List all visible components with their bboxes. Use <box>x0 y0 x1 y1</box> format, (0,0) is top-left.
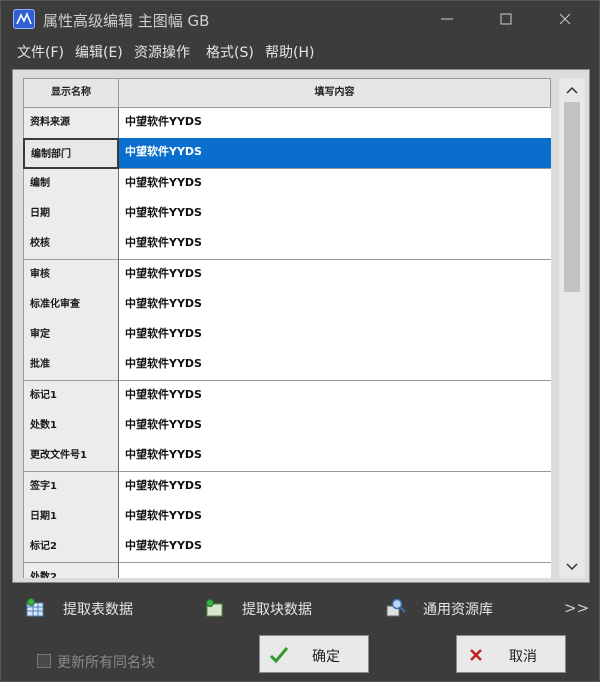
row-value-cell[interactable]: 中望软件YYDS <box>119 441 551 473</box>
extract-table-data-label: 提取表数据 <box>63 602 133 618</box>
row-value-cell[interactable] <box>119 562 551 578</box>
row-value-cell[interactable]: 中望软件YYDS <box>119 380 551 412</box>
row-name-cell: 编制部门 <box>23 138 119 170</box>
search-database-icon <box>385 598 407 618</box>
row-name-cell: 更改文件号1 <box>23 441 119 473</box>
table-row[interactable]: 资料来源 中望软件YYDS <box>23 108 551 139</box>
row-value-cell[interactable]: 中望软件YYDS <box>119 108 551 139</box>
checkmark-icon <box>268 644 290 666</box>
table-row[interactable]: 校核 中望软件YYDS <box>23 229 551 261</box>
row-value-cell[interactable]: 中望软件YYDS <box>119 289 551 321</box>
row-value-cell[interactable]: 中望软件YYDS <box>119 168 551 200</box>
expand-more-button[interactable]: >> <box>564 599 589 617</box>
row-name-cell: 标记2 <box>23 532 119 564</box>
menu-edit[interactable]: 编辑(E) <box>75 42 123 62</box>
table-row[interactable]: 编制部门 中望软件YYDS <box>23 138 551 170</box>
scroll-up-icon[interactable] <box>559 80 585 100</box>
cancel-button-label: 取消 <box>509 649 537 665</box>
row-value-cell[interactable]: 中望软件YYDS <box>119 229 551 261</box>
extract-block-data-button[interactable]: 提取块数据 <box>204 597 354 621</box>
ok-button-label: 确定 <box>312 649 340 665</box>
row-value-cell[interactable]: 中望软件YYDS <box>119 350 551 382</box>
table-row[interactable]: 审核 中望软件YYDS <box>23 259 551 291</box>
row-name-cell: 日期1 <box>23 501 119 533</box>
table-row[interactable]: 标记2 中望软件YYDS <box>23 532 551 564</box>
block-icon <box>204 598 226 618</box>
row-value-cell[interactable]: 中望软件YYDS <box>119 320 551 352</box>
vertical-scrollbar[interactable] <box>559 78 585 578</box>
extract-table-data-button[interactable]: 提取表数据 <box>25 597 175 621</box>
table-row[interactable]: 标准化审查 中望软件YYDS <box>23 289 551 321</box>
scroll-down-icon[interactable] <box>559 557 585 577</box>
update-same-name-blocks-checkbox[interactable] <box>37 654 51 668</box>
attribute-grid: 显示名称 填写内容 资料来源 中望软件YYDS 编制部门 中望软件YYDS 编制 中望软件… <box>23 78 551 578</box>
row-name-cell: 标准化审查 <box>23 289 119 321</box>
menu-bar: 文件(F) 编辑(E) 资源操作 格式(S) 帮助(H) <box>1 37 599 67</box>
update-same-name-blocks-label: 更新所有同名块 <box>57 655 155 671</box>
row-value-cell[interactable]: 中望软件YYDS <box>119 411 551 442</box>
row-value-cell[interactable]: 中望软件YYDS <box>119 138 551 170</box>
row-value-cell[interactable]: 中望软件YYDS <box>119 259 551 291</box>
resource-library-label: 通用资源库 <box>423 602 493 618</box>
menu-file[interactable]: 文件(F) <box>17 42 64 62</box>
ok-button[interactable]: 确定 <box>259 635 369 673</box>
title-bar: 属性高级编辑 主图幅 GB <box>1 1 599 37</box>
table-row[interactable]: 日期1 中望软件YYDS <box>23 501 551 533</box>
window-title: 属性高级编辑 主图幅 GB <box>43 12 210 30</box>
row-value-cell[interactable]: 中望软件YYDS <box>119 198 551 230</box>
row-value-cell[interactable]: 中望软件YYDS <box>119 501 551 533</box>
table-row[interactable]: 日期 中望软件YYDS <box>23 198 551 230</box>
row-name-cell: 标记1 <box>23 380 119 412</box>
table-row[interactable]: 编制 中望软件YYDS <box>23 168 551 200</box>
menu-help[interactable]: 帮助(H) <box>265 42 314 62</box>
column-header-value: 填写内容 <box>118 78 551 108</box>
scrollbar-thumb[interactable] <box>564 102 580 292</box>
row-name-cell: 编制 <box>23 168 119 200</box>
row-name-cell: 审核 <box>23 259 119 291</box>
row-name-cell: 签字1 <box>23 471 119 503</box>
row-name-cell: 资料来源 <box>23 108 119 139</box>
app-logo-icon <box>13 9 35 29</box>
row-name-cell: 校核 <box>23 229 119 261</box>
row-name-cell: 处数2 <box>23 562 119 578</box>
table-row[interactable]: 标记1 中望软件YYDS <box>23 380 551 412</box>
attribute-grid-panel: 显示名称 填写内容 资料来源 中望软件YYDS 编制部门 中望软件YYDS 编制 中望软件… <box>12 69 590 583</box>
table-row[interactable]: 签字1 中望软件YYDS <box>23 471 551 503</box>
row-name-cell: 日期 <box>23 198 119 230</box>
row-name-cell: 处数1 <box>23 411 119 442</box>
attribute-editor-window: 属性高级编辑 主图幅 GB 文件(F) 编辑(E) 资源操作 格式(S) 帮助(… <box>0 0 600 682</box>
table-row[interactable]: 审定 中望软件YYDS <box>23 320 551 352</box>
table-icon <box>25 598 47 618</box>
column-header-name: 显示名称 <box>23 78 119 108</box>
table-row[interactable]: 批准 中望软件YYDS <box>23 350 551 382</box>
resource-library-button[interactable]: 通用资源库 <box>385 597 535 621</box>
row-value-cell[interactable]: 中望软件YYDS <box>119 532 551 564</box>
minimize-icon[interactable] <box>435 7 459 31</box>
row-name-cell: 批准 <box>23 350 119 382</box>
row-name-cell: 审定 <box>23 320 119 352</box>
cancel-x-icon <box>465 644 487 666</box>
maximize-icon[interactable] <box>494 7 518 31</box>
table-row[interactable]: 更改文件号1 中望软件YYDS <box>23 441 551 473</box>
table-row[interactable]: 处数2 <box>23 562 551 578</box>
menu-format[interactable]: 格式(S) <box>206 42 254 62</box>
row-value-cell[interactable]: 中望软件YYDS <box>119 471 551 503</box>
extract-block-data-label: 提取块数据 <box>242 602 312 618</box>
table-row[interactable]: 处数1 中望软件YYDS <box>23 411 551 442</box>
close-icon[interactable] <box>553 7 577 31</box>
cancel-button[interactable]: 取消 <box>456 635 566 673</box>
menu-resource[interactable]: 资源操作 <box>134 42 190 62</box>
